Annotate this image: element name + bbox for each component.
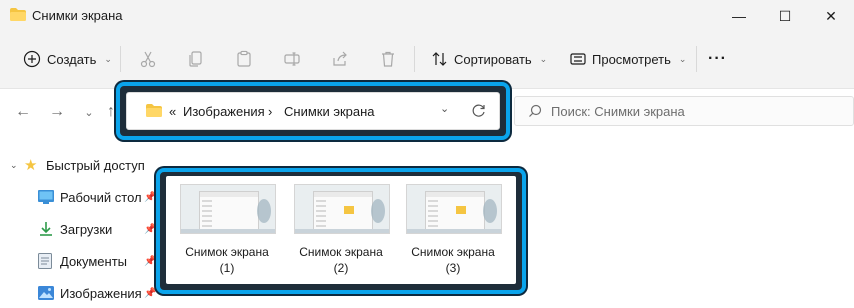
sidebar-item-downloads[interactable]: Загрузки 📌 <box>38 214 156 244</box>
file-name: Снимок экрана (1) <box>172 244 282 276</box>
chevron-down-icon: ⌄ <box>84 106 94 119</box>
sidebar-item-label: Быстрый доступ <box>46 157 145 173</box>
rename-button[interactable] <box>280 42 304 76</box>
maximize-icon: ☐ <box>778 7 792 24</box>
sidebar-item-desktop[interactable]: Рабочий стол 📌 <box>38 182 156 212</box>
delete-icon <box>376 47 400 71</box>
file-name-line: Снимок экрана <box>411 245 495 259</box>
file-thumbnail <box>406 184 502 234</box>
file-name: Снимок экрана (3) <box>398 244 508 276</box>
copy-icon <box>184 47 208 71</box>
file-name-number: (3) <box>445 261 461 275</box>
paste-button[interactable] <box>232 42 256 76</box>
chevron-down-icon: ⌄ <box>10 159 18 170</box>
file-name-number: (2) <box>333 261 349 275</box>
close-icon: ✕ <box>825 7 837 24</box>
forward-button[interactable]: → <box>44 100 70 124</box>
view-button[interactable]: Просмотреть ⌄ <box>566 42 686 76</box>
recent-locations-button[interactable]: ⌄ <box>76 100 102 124</box>
file-item[interactable]: Снимок экрана (2) <box>286 180 396 280</box>
cut-button[interactable] <box>136 42 160 76</box>
rename-icon <box>280 47 304 71</box>
view-icon <box>566 47 590 71</box>
paste-icon <box>232 47 256 71</box>
more-options-button[interactable]: ··· <box>708 42 727 76</box>
download-icon <box>40 222 52 236</box>
close-button[interactable]: ✕ <box>808 0 854 32</box>
arrow-left-icon: ← <box>15 103 31 120</box>
chevron-down-icon: ⌄ <box>539 53 548 64</box>
chevron-down-icon: ⌄ <box>678 53 687 64</box>
delete-button[interactable] <box>376 42 400 76</box>
pin-icon: 📌 <box>144 223 157 235</box>
share-button[interactable] <box>328 42 352 76</box>
sidebar-item-label: Рабочий стол <box>60 189 142 205</box>
pin-icon: 📌 <box>144 191 157 203</box>
share-icon <box>328 47 352 71</box>
minimize-button[interactable]: — <box>716 0 762 32</box>
folder-icon <box>146 104 162 117</box>
file-name-line: Снимок экрана <box>185 245 269 259</box>
more-icon: ··· <box>708 50 727 67</box>
create-button[interactable]: Создать ⌄ <box>20 42 112 76</box>
file-item[interactable]: Снимок экрана (1) <box>172 180 282 280</box>
star-icon: ★ <box>24 157 38 174</box>
toolbar-separator <box>414 46 415 72</box>
breadcrumb-separator: › <box>268 104 273 119</box>
chevron-down-icon: ⌄ <box>440 103 450 115</box>
file-name: Снимок экрана (2) <box>286 244 396 276</box>
maximize-button[interactable]: ☐ <box>762 0 808 32</box>
plus-circle-icon <box>20 47 44 71</box>
file-thumbnail <box>180 184 276 234</box>
sort-label: Сортировать <box>454 51 532 67</box>
search-icon <box>529 104 542 117</box>
breadcrumb-pictures[interactable]: Изображения <box>183 104 265 119</box>
view-label: Просмотреть <box>592 51 671 67</box>
desktop-icon <box>38 190 54 204</box>
pictures-icon <box>38 286 54 300</box>
arrow-right-icon: → <box>49 103 65 120</box>
copy-button[interactable] <box>184 42 208 76</box>
breadcrumb-screenshots[interactable]: Снимки экрана <box>284 104 375 119</box>
arrow-up-icon: ↑ <box>107 103 115 120</box>
sidebar-item-label: Документы <box>60 253 128 269</box>
file-item[interactable]: Снимок экрана (3) <box>398 180 508 280</box>
refresh-icon[interactable] <box>472 104 486 118</box>
sidebar-item-pictures[interactable]: Изображения 📌 <box>38 278 156 308</box>
pin-icon: 📌 <box>144 287 157 299</box>
sidebar-item-label: Изображения <box>60 285 142 301</box>
file-thumbnail <box>294 184 390 234</box>
window-title: Снимки экрана <box>32 8 123 23</box>
file-name-number: (1) <box>219 261 235 275</box>
chevron-down-icon: ⌄ <box>104 53 112 64</box>
back-button[interactable]: ← <box>10 100 36 124</box>
create-label: Создать <box>47 51 97 67</box>
folder-icon <box>10 8 26 21</box>
sort-icon <box>428 47 452 71</box>
file-name-line: Снимок экрана <box>299 245 383 259</box>
address-history-button[interactable]: ⌄ <box>440 102 449 115</box>
pin-icon: 📌 <box>144 255 157 267</box>
toolbar-separator <box>696 46 697 72</box>
overflow-chevron[interactable]: « <box>169 104 176 119</box>
sidebar-item-documents[interactable]: Документы 📌 <box>38 246 156 276</box>
sidebar-item-quick-access[interactable]: ⌄ ★ Быстрый доступ <box>10 150 145 180</box>
sort-button[interactable]: Сортировать ⌄ <box>428 42 547 76</box>
document-icon <box>38 253 52 269</box>
cut-icon <box>136 47 160 71</box>
sidebar-item-label: Загрузки <box>60 221 113 237</box>
toolbar-separator <box>120 46 121 72</box>
minimize-icon: — <box>732 8 746 24</box>
search-placeholder: Поиск: Снимки экрана <box>551 104 685 119</box>
